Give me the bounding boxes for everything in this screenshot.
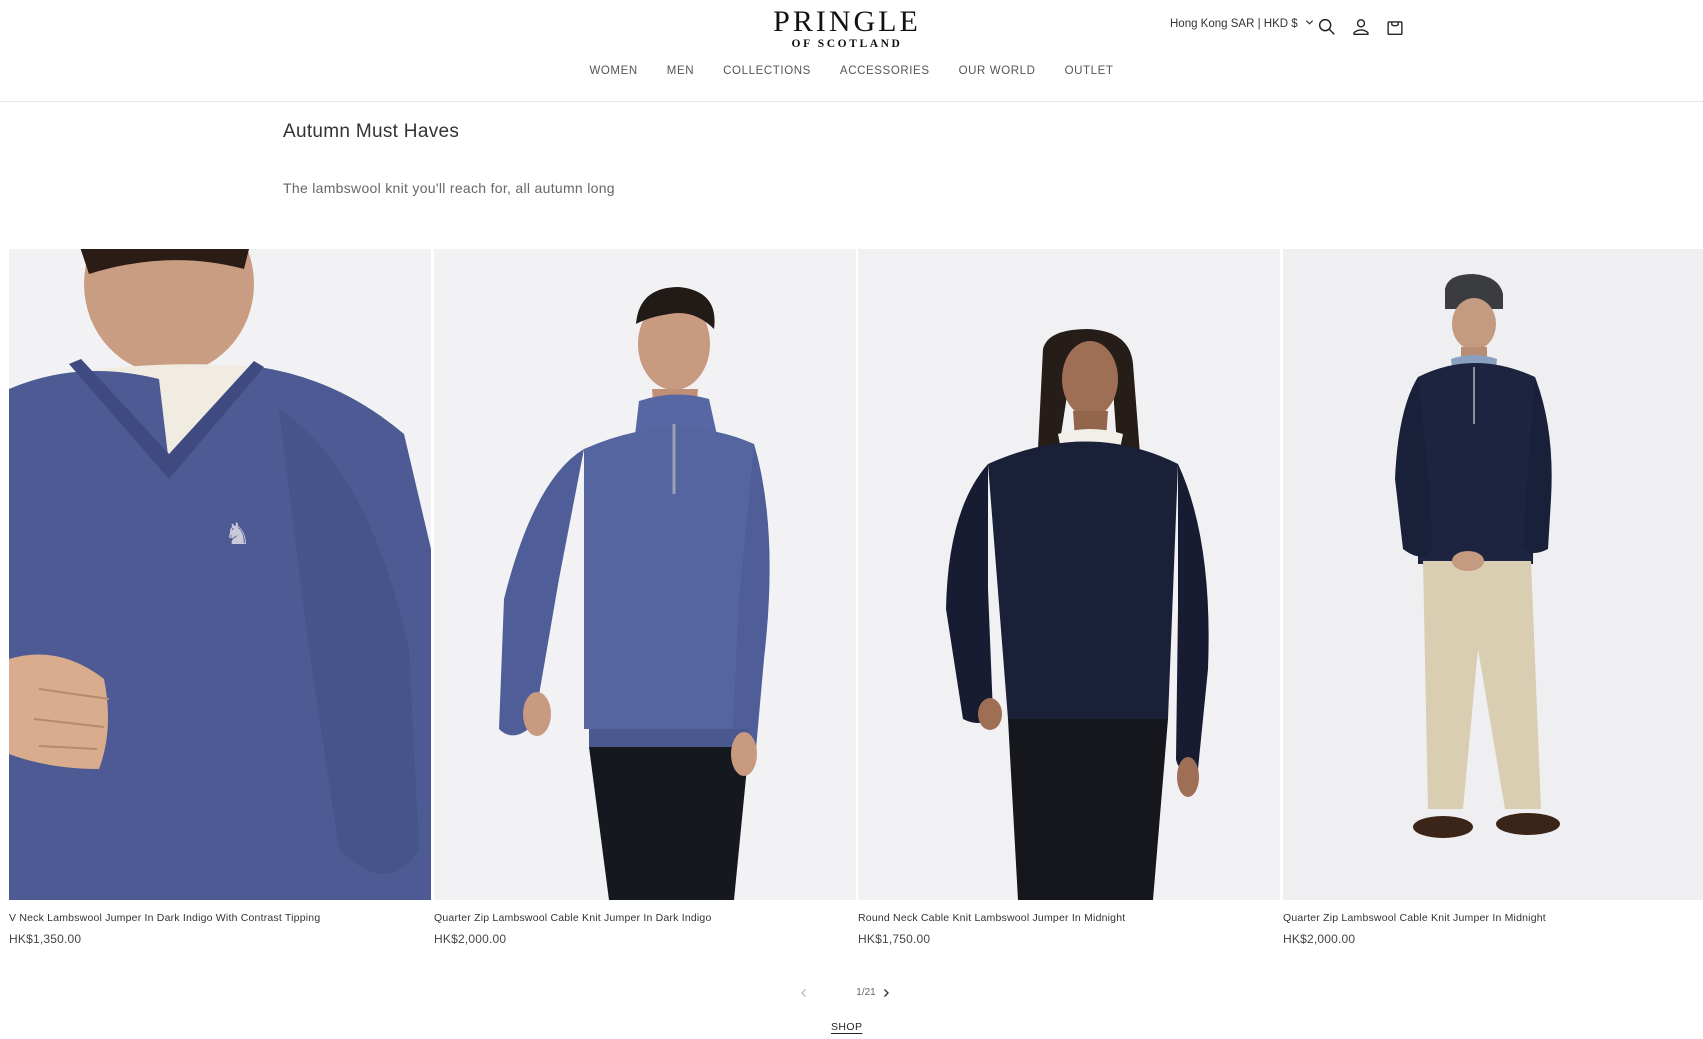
product-card[interactable]: Quarter Zip Lambswool Cable Knit Jumper …	[434, 249, 856, 946]
product-name[interactable]: Quarter Zip Lambswool Cable Knit Jumper …	[434, 912, 856, 924]
chevron-right-icon[interactable]	[879, 986, 893, 1000]
locale-selector[interactable]: Hong Kong SAR | HKD $	[1170, 18, 1314, 30]
product-price: HK$2,000.00	[434, 932, 507, 946]
product-card[interactable]: ♞ V Neck Lambswool Jumper In Dark Indigo…	[9, 249, 431, 946]
chevron-left-icon[interactable]	[797, 986, 811, 1000]
product-price: HK$1,750.00	[858, 932, 931, 946]
product-photo-vneck: ♞	[9, 249, 431, 900]
product-photo-quarter-zip-midnight	[1283, 249, 1703, 900]
site-header: PRINGLE OF SCOTLAND Hong Kong SAR | HKD …	[0, 0, 1703, 102]
section-subtitle: The lambswool knit you'll reach for, all…	[283, 180, 615, 196]
account-icon[interactable]	[1350, 16, 1372, 38]
locale-label: Hong Kong SAR | HKD $	[1170, 18, 1298, 30]
logo-wordmark: PRINGLE	[773, 5, 921, 38]
nav-item-outlet[interactable]: OUTLET	[1050, 65, 1128, 77]
main-nav: WOMEN MEN COLLECTIONS ACCESSORIES OUR WO…	[0, 65, 1703, 77]
logo-subline: OF SCOTLAND	[791, 38, 903, 50]
nav-item-our-world[interactable]: OUR WORLD	[944, 65, 1050, 77]
product-carousel: ♞ V Neck Lambswool Jumper In Dark Indigo…	[0, 249, 1703, 949]
product-name[interactable]: V Neck Lambswool Jumper In Dark Indigo W…	[9, 912, 431, 924]
section-title: Autumn Must Haves	[283, 121, 460, 142]
product-photo-quarter-zip-indigo	[434, 249, 856, 900]
product-name[interactable]: Round Neck Cable Knit Lambswool Jumper I…	[858, 912, 1280, 924]
product-card[interactable]: Round Neck Cable Knit Lambswool Jumper I…	[858, 249, 1280, 946]
product-image[interactable]	[434, 249, 856, 900]
product-price: HK$1,350.00	[9, 932, 82, 946]
carousel-pager: 1/21	[797, 986, 1093, 1000]
product-image[interactable]	[858, 249, 1280, 900]
svg-text:♞: ♞	[224, 517, 251, 552]
product-image[interactable]: ♞	[9, 249, 431, 900]
search-icon[interactable]	[1316, 16, 1338, 38]
shop-link[interactable]: SHOP	[831, 1021, 862, 1033]
brand-logo[interactable]: PRINGLE OF SCOTLAND	[762, 5, 932, 51]
chevron-down-icon	[1305, 18, 1314, 30]
product-image[interactable]	[1283, 249, 1703, 900]
product-card[interactable]: Quarter Zip Lambswool Cable Knit Jumper …	[1283, 249, 1703, 946]
product-price: HK$2,000.00	[1283, 932, 1356, 946]
nav-item-collections[interactable]: COLLECTIONS	[709, 65, 826, 77]
cart-icon[interactable]	[1384, 16, 1406, 38]
nav-item-men[interactable]: MEN	[652, 65, 708, 77]
product-photo-round-neck-midnight	[858, 249, 1280, 900]
product-name[interactable]: Quarter Zip Lambswool Cable Knit Jumper …	[1283, 912, 1703, 924]
nav-item-accessories[interactable]: ACCESSORIES	[825, 65, 944, 77]
nav-item-women[interactable]: WOMEN	[575, 65, 652, 77]
